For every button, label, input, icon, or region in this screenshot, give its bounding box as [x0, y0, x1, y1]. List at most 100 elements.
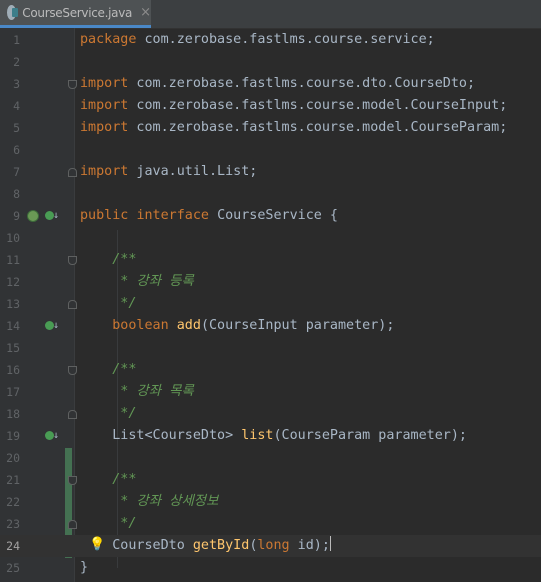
code-line[interactable]: 9 ↓ public interface CourseService {	[0, 205, 541, 227]
code-line[interactable]: 10	[0, 227, 541, 249]
comment: */	[80, 516, 137, 531]
comment: */	[80, 296, 137, 311]
comment: /**	[80, 362, 137, 377]
line-number: 12	[6, 275, 20, 289]
code-line[interactable]: 4 import com.zerobase.fastlms.course.mod…	[0, 95, 541, 117]
keyword: public	[80, 208, 129, 223]
code-line[interactable]: 12 * 강좌 등록	[0, 271, 541, 293]
arrow-down-icon: ↓	[53, 320, 60, 331]
code-line[interactable]: 21 /**	[0, 469, 541, 491]
code-line[interactable]: 18 */	[0, 403, 541, 425]
line-number: 21	[6, 473, 20, 487]
comment: * 강좌 목록	[80, 384, 194, 399]
line-number: 14	[6, 319, 20, 333]
close-icon[interactable]: ×	[140, 6, 151, 19]
keyword: package	[80, 32, 137, 47]
return-type: List<CourseDto>	[112, 428, 234, 443]
method-params: id);	[289, 538, 330, 553]
line-number: 11	[6, 253, 20, 267]
method-name: getById	[192, 538, 250, 553]
code-line[interactable]: 7 import java.util.List;	[0, 161, 541, 183]
keyword: import	[80, 164, 129, 179]
keyword: interface	[136, 208, 209, 223]
code-line[interactable]: 13 */	[0, 293, 541, 315]
arrow-down-icon: ↓	[53, 430, 60, 441]
code-line[interactable]: 15	[0, 337, 541, 359]
fold-icon[interactable]	[68, 300, 77, 309]
code-line[interactable]: 25 }	[0, 557, 541, 579]
line-number: 10	[6, 231, 20, 245]
line-number: 1	[13, 33, 20, 47]
method-params: (CourseParam parameter);	[273, 428, 467, 443]
import-path: java.util.List;	[128, 164, 258, 179]
import-path: com.zerobase.fastlms.course.dto.CourseDt…	[128, 76, 476, 91]
line-number: 4	[13, 99, 20, 113]
line-number: 19	[6, 429, 20, 443]
code-line[interactable]: 2	[0, 51, 541, 73]
import-path: com.zerobase.fastlms.course.model.Course…	[128, 120, 508, 135]
import-path: com.zerobase.fastlms.course.model.Course…	[128, 98, 508, 113]
line-number: 17	[6, 385, 20, 399]
line-number: 15	[6, 341, 20, 355]
method-name: add	[176, 318, 201, 333]
line-number: 16	[6, 363, 20, 377]
line-number: 22	[6, 495, 20, 509]
code-line[interactable]: 20	[0, 447, 541, 469]
code-line[interactable]: 5 import com.zerobase.fastlms.course.mod…	[0, 117, 541, 139]
keyword: import	[80, 120, 129, 135]
code-line[interactable]: 6	[0, 139, 541, 161]
comment: * 강좌 등록	[80, 274, 194, 289]
line-number: 2	[13, 55, 20, 69]
package-path: com.zerobase.fastlms.course.service;	[136, 32, 435, 47]
line-number: 3	[13, 77, 20, 91]
method-name: list	[241, 428, 274, 443]
line-number: 23	[6, 517, 20, 531]
fold-icon[interactable]	[68, 520, 77, 529]
line-number: 20	[6, 451, 20, 465]
comment: */	[80, 406, 137, 421]
spring-bean-icon[interactable]	[27, 210, 39, 222]
brace: {	[321, 208, 338, 223]
tab-course-service[interactable]: CourseService.java ×	[0, 0, 151, 28]
keyword: import	[80, 76, 129, 91]
fold-icon[interactable]	[68, 366, 77, 375]
code-line[interactable]: 1 package com.zerobase.fastlms.course.se…	[0, 29, 541, 51]
comment: /**	[80, 472, 137, 487]
return-type: CourseDto	[112, 538, 185, 553]
keyword: boolean	[112, 318, 169, 333]
code-line[interactable]: 16 /**	[0, 359, 541, 381]
keyword: import	[80, 98, 129, 113]
keyword: long	[257, 538, 290, 553]
text-cursor	[329, 536, 331, 551]
fold-icon[interactable]	[68, 476, 77, 485]
comment: /**	[80, 252, 137, 267]
method-params: (CourseInput parameter);	[200, 318, 395, 333]
code-line[interactable]: 3 import com.zerobase.fastlms.course.dto…	[0, 73, 541, 95]
comment: * 강좌 상세정보	[80, 494, 219, 509]
code-line[interactable]: 22 * 강좌 상세정보	[0, 491, 541, 513]
code-line[interactable]: 8	[0, 183, 541, 205]
line-number: 6	[13, 143, 20, 157]
line-number: 9	[13, 209, 20, 223]
line-number: 24	[6, 539, 20, 553]
tab-label: CourseService.java	[22, 5, 133, 20]
fold-icon[interactable]	[68, 80, 77, 89]
interface-name: CourseService	[217, 208, 322, 223]
editor-tab-bar: CourseService.java ×	[0, 0, 541, 29]
code-line[interactable]: 23 */	[0, 513, 541, 535]
code-line[interactable]: 11 /**	[0, 249, 541, 271]
line-number: 5	[13, 121, 20, 135]
closing-brace: }	[80, 560, 89, 575]
line-number: 18	[6, 407, 20, 421]
line-number: 13	[6, 297, 20, 311]
line-number: 8	[13, 187, 20, 201]
code-line-current[interactable]: 24 💡 CourseDto getById(long id);	[0, 535, 541, 557]
fold-icon[interactable]	[68, 410, 77, 419]
code-line[interactable]: 19 ↓ List<CourseDto> list(CourseParam pa…	[0, 425, 541, 447]
fold-icon[interactable]	[68, 168, 77, 177]
fold-icon[interactable]	[68, 256, 77, 265]
code-line[interactable]: 17 * 강좌 목록	[0, 381, 541, 403]
arrow-down-icon: ↓	[53, 210, 60, 221]
code-line[interactable]: 14 ↓ boolean add(CourseInput parameter);	[0, 315, 541, 337]
line-number: 7	[13, 165, 20, 179]
